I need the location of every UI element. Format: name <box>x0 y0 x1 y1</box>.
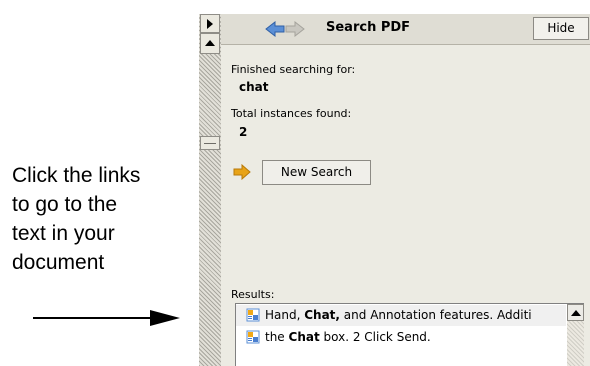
back-arrow-icon[interactable] <box>265 21 285 37</box>
left-pane-strip <box>199 14 221 366</box>
callout-text: Click the links to go to the text in you… <box>12 161 182 277</box>
search-term: chat <box>239 80 269 94</box>
panel-title: Search PDF <box>326 20 411 35</box>
result-text: the Chat box. 2 Click Send. <box>265 327 431 348</box>
result-item[interactable]: Hand, Chat, and Annotation features. Add… <box>236 305 566 326</box>
result-text: Hand, Chat, and Annotation features. Add… <box>265 305 532 326</box>
results-list: Hand, Chat, and Annotation features. Add… <box>235 303 584 366</box>
total-label: Total instances found: <box>231 107 352 120</box>
right-arrow-icon <box>233 164 251 180</box>
grip-icon <box>204 143 216 144</box>
panel-header: Search PDF Hide <box>221 14 590 45</box>
search-result-icon <box>246 330 260 344</box>
callout-line: Click the links <box>12 164 141 187</box>
expand-pane-button[interactable] <box>200 14 220 33</box>
results-scrollbar[interactable] <box>567 304 584 366</box>
results-label: Results: <box>231 288 275 301</box>
result-text-post: and Annotation features. Additi <box>339 308 532 322</box>
total-count: 2 <box>239 125 248 139</box>
triangle-up-icon <box>571 310 581 316</box>
callout-arrow-head <box>150 310 180 326</box>
search-pdf-panel: Search PDF Hide Finished searching for: … <box>221 14 590 366</box>
result-match: Chat <box>288 330 320 344</box>
callout-line: document <box>12 251 105 274</box>
result-text-pre: Hand, <box>265 308 305 322</box>
result-item[interactable]: the Chat box. 2 Click Send. <box>236 327 566 348</box>
new-search-button[interactable]: New Search <box>262 160 371 185</box>
search-result-icon <box>246 308 260 322</box>
triangle-right-icon <box>207 19 213 29</box>
finished-label: Finished searching for: <box>231 63 356 76</box>
callout-line: to go to the <box>12 193 118 216</box>
scroll-up-button[interactable] <box>200 33 220 54</box>
result-text-pre: the <box>265 330 289 344</box>
callout-arrow-line <box>33 317 158 319</box>
result-match: Chat, <box>304 308 340 322</box>
triangle-up-icon <box>205 40 215 46</box>
forward-arrow-icon[interactable] <box>285 21 305 37</box>
scroll-up-button[interactable] <box>567 304 584 321</box>
pane-splitter-handle[interactable] <box>200 136 220 150</box>
hide-button[interactable]: Hide <box>533 17 589 40</box>
result-text-post: box. 2 Click Send. <box>319 330 431 344</box>
callout-line: text in your <box>12 222 115 245</box>
